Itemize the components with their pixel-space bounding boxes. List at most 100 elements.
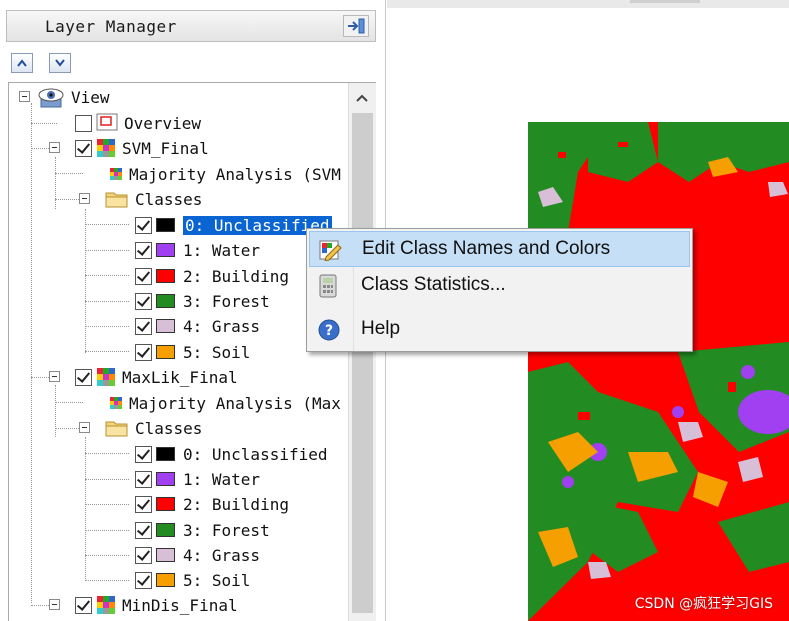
folder-icon <box>105 421 128 437</box>
menu-item-class-statistics[interactable]: Class Statistics... <box>309 267 690 303</box>
menu-item-label: Help <box>361 318 401 339</box>
class-checkbox[interactable] <box>135 292 152 310</box>
class-checkbox[interactable] <box>135 546 152 564</box>
class-checkbox[interactable] <box>135 521 152 539</box>
class-checkbox[interactable] <box>135 343 152 361</box>
eye-icon <box>38 88 64 108</box>
tree-node-svm-majority-analysis[interactable]: Majority Analysis (SVM <box>109 162 341 186</box>
view-collapse-toggle[interactable] <box>19 91 30 102</box>
tree-node-svm-classes[interactable]: Classes <box>105 187 202 211</box>
svm-final-checkbox[interactable] <box>75 139 92 157</box>
svm-collapse-toggle[interactable] <box>49 142 60 153</box>
classification-layer-icon <box>97 596 115 614</box>
class-label[interactable]: 1: Water <box>183 241 260 260</box>
class-item[interactable]: 4: Grass <box>135 314 260 338</box>
tree-node-maxlik-majority-analysis[interactable]: Majority Analysis (Max <box>109 391 341 415</box>
class-label[interactable]: 3: Forest <box>183 521 270 540</box>
maxlik-classes-collapse-toggle[interactable] <box>79 422 90 433</box>
tree-scrollbar[interactable] <box>348 83 376 621</box>
tree-node-svm-final[interactable]: SVM_Final <box>75 136 209 160</box>
class-label[interactable]: 1: Water <box>183 470 260 489</box>
watermark: CSDN @疯狂学习GIS <box>634 596 773 612</box>
class-item[interactable]: 1: Water <box>135 238 260 262</box>
scroll-up-button[interactable] <box>351 87 373 109</box>
class-item[interactable]: 5: Soil <box>135 340 250 364</box>
class-item[interactable]: 0: Unclassified <box>135 442 328 466</box>
class-label[interactable]: 2: Building <box>183 495 289 514</box>
maxlik-final-checkbox[interactable] <box>75 368 92 386</box>
class-color-swatch <box>156 218 175 232</box>
classification-layer-icon <box>97 368 115 386</box>
move-layer-down-button[interactable] <box>49 53 71 73</box>
maxlik-collapse-toggle[interactable] <box>49 371 60 382</box>
class-label[interactable]: 4: Grass <box>183 546 260 565</box>
calculator-icon <box>319 274 337 298</box>
folder-icon <box>105 192 128 208</box>
overview-window-icon <box>96 113 118 131</box>
mindis-final-checkbox[interactable] <box>75 596 92 614</box>
tree-label: Classes <box>135 189 203 209</box>
chevron-down-icon <box>55 59 65 67</box>
classification-raster <box>528 122 789 621</box>
menu-item-help[interactable]: ? Help <box>309 311 690 347</box>
class-item[interactable]: 5: Soil <box>135 568 250 592</box>
class-checkbox[interactable] <box>135 571 152 589</box>
class-color-swatch <box>156 472 175 486</box>
tree-node-maxlik-final[interactable]: MaxLik_Final <box>75 365 238 389</box>
dock-pin-icon <box>348 18 365 34</box>
class-label[interactable]: 4: Grass <box>183 317 260 336</box>
tree-node-mindis-final[interactable]: MinDis_Final <box>75 593 238 617</box>
class-label[interactable]: 5: Soil <box>183 343 250 362</box>
class-checkbox[interactable] <box>135 241 152 259</box>
dock-pin-button[interactable] <box>343 15 369 37</box>
class-color-swatch <box>156 319 175 333</box>
chevron-up-icon <box>17 59 27 67</box>
view-top-strip <box>387 0 789 8</box>
class-label[interactable]: 3: Forest <box>183 292 270 311</box>
tree-node-overview[interactable]: Overview <box>75 111 201 135</box>
class-color-swatch <box>156 573 175 587</box>
class-label[interactable]: 0: Unclassified <box>183 445 328 464</box>
menu-item-label: Class Statistics... <box>361 274 506 295</box>
class-checkbox[interactable] <box>135 216 152 234</box>
svm-classes-collapse-toggle[interactable] <box>79 193 90 204</box>
class-item[interactable]: 3: Forest <box>135 289 270 313</box>
class-checkbox[interactable] <box>135 470 152 488</box>
class-color-swatch <box>156 243 175 257</box>
class-color-swatch <box>156 548 175 562</box>
tree-node-view[interactable]: View <box>37 85 110 109</box>
class-label[interactable]: 2: Building <box>183 267 289 286</box>
class-item[interactable]: 1: Water <box>135 467 260 491</box>
tree-label: MinDis_Final <box>122 595 238 615</box>
edit-pencil-icon <box>319 240 342 261</box>
class-color-swatch <box>156 497 175 511</box>
class-item[interactable]: 2: Building <box>135 492 289 516</box>
svg-text:?: ? <box>325 323 333 339</box>
class-color-swatch <box>156 447 175 461</box>
raster-band-icon <box>110 168 122 180</box>
scroll-thumb[interactable] <box>352 113 373 613</box>
menu-item-edit-class-names-colors[interactable]: Edit Class Names and Colors <box>309 231 690 267</box>
class-item[interactable]: 2: Building <box>135 264 289 288</box>
class-item[interactable]: 3: Forest <box>135 518 270 542</box>
tree-node-maxlik-classes[interactable]: Classes <box>105 416 202 440</box>
class-label[interactable]: 5: Soil <box>183 571 250 590</box>
class-checkbox[interactable] <box>135 267 152 285</box>
tree-label: Classes <box>135 418 203 438</box>
class-checkbox[interactable] <box>135 317 152 335</box>
classification-layer-icon <box>97 139 115 157</box>
class-color-swatch <box>156 269 175 283</box>
overview-checkbox[interactable] <box>75 114 92 132</box>
class-checkbox[interactable] <box>135 495 152 513</box>
mindis-collapse-toggle[interactable] <box>49 599 60 610</box>
class-color-swatch <box>156 345 175 359</box>
class-item[interactable]: 4: Grass <box>135 543 260 567</box>
move-layer-up-button[interactable] <box>11 53 33 73</box>
class-color-swatch <box>156 294 175 308</box>
classification-map[interactable] <box>528 122 789 621</box>
class-checkbox[interactable] <box>135 445 152 463</box>
raster-band-icon <box>110 397 122 409</box>
class-item[interactable]: 0: Unclassified <box>135 213 332 237</box>
layer-manager-titlebar: Layer Manager <box>6 10 376 42</box>
chevron-up-icon <box>356 94 368 102</box>
